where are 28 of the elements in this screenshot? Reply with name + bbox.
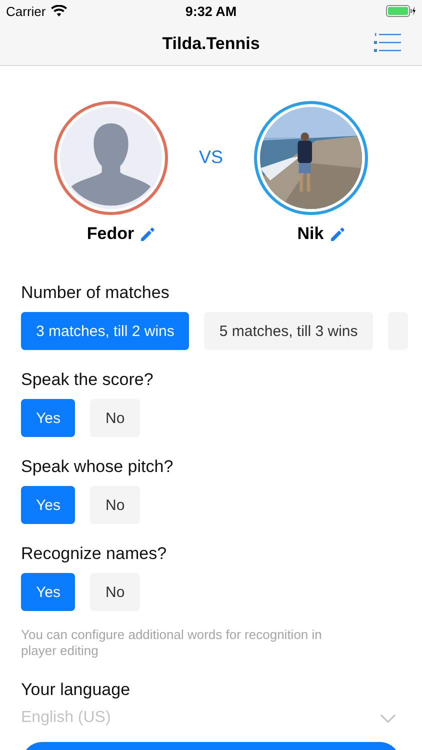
- question-label: Speak whose pitch?: [21, 457, 174, 477]
- option-button[interactable]: Yes: [21, 399, 76, 437]
- pencil-icon[interactable]: [140, 226, 156, 242]
- question-label: Number of matches: [21, 283, 170, 303]
- clock-time: 9:32 AM: [185, 4, 237, 18]
- player-name: Nik: [297, 224, 324, 244]
- chevron-down-icon: [380, 714, 396, 722]
- versus-label: VS: [198, 147, 223, 168]
- question-label: Your language: [21, 680, 132, 700]
- avatar-ring[interactable]: [254, 101, 368, 215]
- option-button[interactable]: No: [90, 399, 140, 437]
- hint-text: You can configure additional words for recognition in player editing: [21, 627, 323, 659]
- option-button[interactable]: Yes: [21, 486, 76, 524]
- option-button[interactable]: 3 matches, till 2 wins: [21, 312, 190, 350]
- option-button[interactable]: No: [90, 486, 140, 524]
- pencil-icon[interactable]: [330, 226, 345, 242]
- question-label: Speak the score?: [21, 370, 154, 390]
- question-label: Recognize names?: [21, 544, 168, 564]
- player-name: Fedor: [86, 224, 134, 244]
- wifi-icon: [50, 5, 67, 17]
- screen-title: Tilda.Tennis: [162, 34, 260, 54]
- option-button[interactable]: Yes: [21, 573, 76, 611]
- numbered-list-icon[interactable]: [374, 32, 402, 54]
- battery-icon: [386, 5, 416, 17]
- person-silhouette-icon: [60, 107, 162, 209]
- option-button[interactable]: 5 matches, till 3 wins: [204, 312, 373, 350]
- carrier-label: Carrier: [6, 4, 46, 18]
- option-button[interactable]: No: [90, 573, 140, 611]
